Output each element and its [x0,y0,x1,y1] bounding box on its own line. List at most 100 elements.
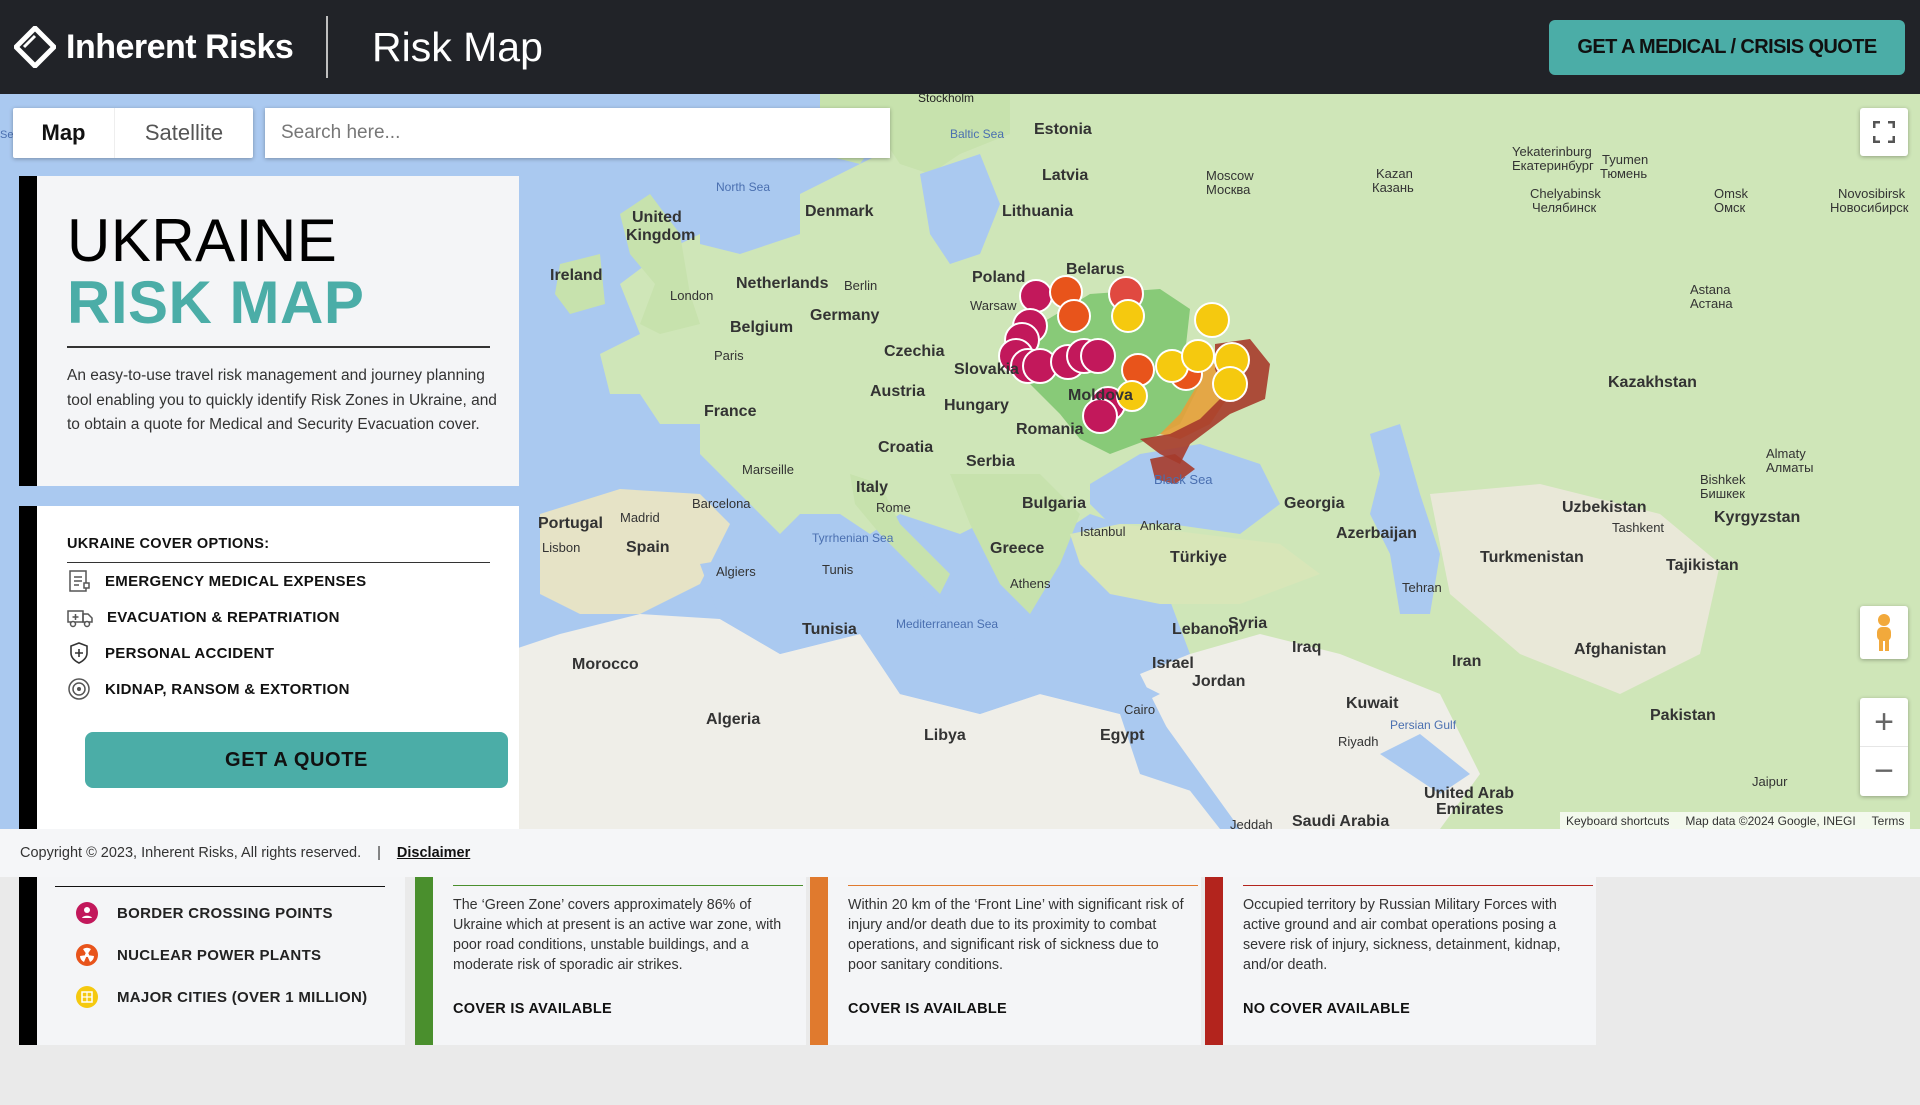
svg-text:Tyumen: Tyumen [1602,152,1648,167]
svg-text:Chelyabinsk: Chelyabinsk [1530,186,1601,201]
svg-text:Denmark: Denmark [805,203,874,220]
legend-rule [55,886,385,887]
svg-text:United: United [632,209,682,226]
svg-text:Тюмень: Тюмень [1600,166,1647,181]
svg-text:Croatia: Croatia [878,439,933,456]
fullscreen-icon [1873,121,1895,143]
intro-divider [67,346,490,348]
terms-link[interactable]: Terms [1872,814,1905,828]
svg-text:Novosibirsk: Novosibirsk [1838,186,1906,201]
cover-option-label: EVACUATION & REPATRIATION [107,608,340,626]
brand-logo[interactable]: Inherent Risks [14,26,294,68]
map-type-map-button[interactable]: Map [13,108,114,158]
svg-text:Новосибирск: Новосибирск [1830,200,1909,215]
svg-text:Kazakhstan: Kazakhstan [1608,374,1697,391]
svg-text:France: France [704,403,757,420]
occupied-zone-card: Occupied territory by Russian Military F… [1205,877,1596,1045]
map-type-satellite-button[interactable]: Satellite [114,108,253,158]
svg-text:Челябинск: Челябинск [1532,200,1596,215]
map-attribution: Keyboard shortcuts Map data ©2024 Google… [1560,812,1911,829]
footer-bar: Copyright © 2023, Inherent Risks, All ri… [0,829,1920,877]
keyboard-shortcuts-link[interactable]: Keyboard shortcuts [1566,814,1669,828]
svg-text:Бишкек: Бишкек [1700,486,1745,501]
cover-option-label: PERSONAL ACCIDENT [105,644,275,662]
svg-text:Belarus: Belarus [1066,261,1125,278]
svg-text:Austria: Austria [870,383,925,400]
svg-text:Astana: Astana [1690,282,1731,297]
svg-text:Latvia: Latvia [1042,167,1088,184]
disclaimer-link[interactable]: Disclaimer [397,845,470,861]
svg-text:Rome: Rome [876,500,911,515]
svg-text:Libya: Libya [924,727,966,744]
svg-text:Berlin: Berlin [844,278,877,293]
svg-text:Jordan: Jordan [1192,673,1245,690]
brand-name: Inherent Risks [66,27,294,66]
svg-text:Tunis: Tunis [822,562,854,577]
svg-text:Romania: Romania [1016,421,1084,438]
cover-option-evacuation: EVACUATION & REPATRIATION [67,599,489,635]
svg-text:North Sea: North Sea [716,180,770,194]
zone-cover-status: COVER IS AVAILABLE [453,1001,613,1017]
svg-text:Omsk: Omsk [1714,186,1748,201]
svg-text:Persian Gulf: Persian Gulf [1390,718,1457,732]
cover-options-title: UKRAINE COVER OPTIONS: [67,536,490,563]
svg-text:Azerbaijan: Azerbaijan [1336,525,1417,542]
street-view-pegman-button[interactable] [1860,606,1908,659]
svg-text:Tajikistan: Tajikistan [1666,557,1739,574]
svg-text:Bishkek: Bishkek [1700,472,1746,487]
svg-text:Kyrgyzstan: Kyrgyzstan [1714,509,1800,526]
svg-text:Athens: Athens [1010,576,1051,591]
cover-options-card: UKRAINE COVER OPTIONS: EMERGENCY MEDICAL… [19,506,519,832]
zoom-control: + − [1860,698,1908,796]
pegman-icon [1877,613,1891,651]
map-search-input[interactable] [265,108,890,158]
get-a-quote-button[interactable]: GET A QUOTE [85,732,508,788]
zone-description: The ‘Green Zone’ covers approximately 86… [453,897,782,973]
front-line-zone-card: Within 20 km of the ‘Front Line’ with si… [810,877,1201,1045]
svg-text:Stockholm: Stockholm [918,94,974,105]
zone-description: Occupied territory by Russian Military F… [1243,897,1561,973]
svg-text:Türkiye: Türkiye [1170,549,1227,566]
svg-text:Istanbul: Istanbul [1080,524,1126,539]
shield-icon [70,642,88,664]
zoom-out-button[interactable]: − [1860,747,1908,796]
svg-text:Tunisia: Tunisia [802,621,857,638]
svg-text:Poland: Poland [972,269,1025,286]
svg-text:Afghanistan: Afghanistan [1574,641,1666,658]
svg-text:Riyadh: Riyadh [1338,734,1378,749]
medical-expenses-icon [69,570,90,592]
header-divider [326,16,328,78]
svg-text:Yekaterinburg: Yekaterinburg [1512,144,1592,159]
marker-legend: BORDER CROSSING POINTS NUCLEAR POWER PLA… [19,877,405,1045]
map-data-credit: Map data ©2024 Google, INEGI [1685,813,1856,828]
svg-text:Lisbon: Lisbon [542,540,580,555]
svg-text:Algeria: Algeria [706,711,760,728]
svg-text:Астана: Астана [1690,296,1733,311]
legend-major-cities: MAJOR CITIES (OVER 1 MILLION) [75,985,367,1009]
intro-title-line1: UKRAINE [67,207,338,274]
svg-text:Baltic Sea: Baltic Sea [950,127,1004,141]
svg-text:Moscow: Moscow [1206,168,1254,183]
svg-text:Serbia: Serbia [966,453,1015,470]
svg-text:Lithuania: Lithuania [1002,203,1073,220]
footer-separator: | [377,845,381,861]
svg-text:Almaty: Almaty [1766,446,1806,461]
page-title: Risk Map [372,24,543,70]
legend-nuclear: NUCLEAR POWER PLANTS [75,943,321,967]
svg-text:Warsaw: Warsaw [970,298,1017,313]
svg-text:Emirates: Emirates [1436,801,1504,818]
svg-text:Kazan: Kazan [1376,166,1413,181]
ambulance-icon [67,610,93,628]
top-header: Inherent Risks Risk Map GET A MEDICAL / … [0,0,1920,94]
fullscreen-button[interactable] [1860,108,1908,156]
cover-option-label: EMERGENCY MEDICAL EXPENSES [105,572,367,590]
svg-text:Netherlands: Netherlands [736,275,829,292]
zoom-in-button[interactable]: + [1860,698,1908,747]
intro-description: An easy-to-use travel risk management an… [67,367,497,433]
svg-text:Germany: Germany [810,307,879,324]
svg-text:Екатеринбург: Екатеринбург [1512,158,1594,173]
svg-text:Algiers: Algiers [716,564,756,579]
svg-text:Kuwait: Kuwait [1346,695,1399,712]
svg-text:Italy: Italy [856,479,888,496]
medical-crisis-quote-button[interactable]: GET A MEDICAL / CRISIS QUOTE [1549,20,1905,75]
